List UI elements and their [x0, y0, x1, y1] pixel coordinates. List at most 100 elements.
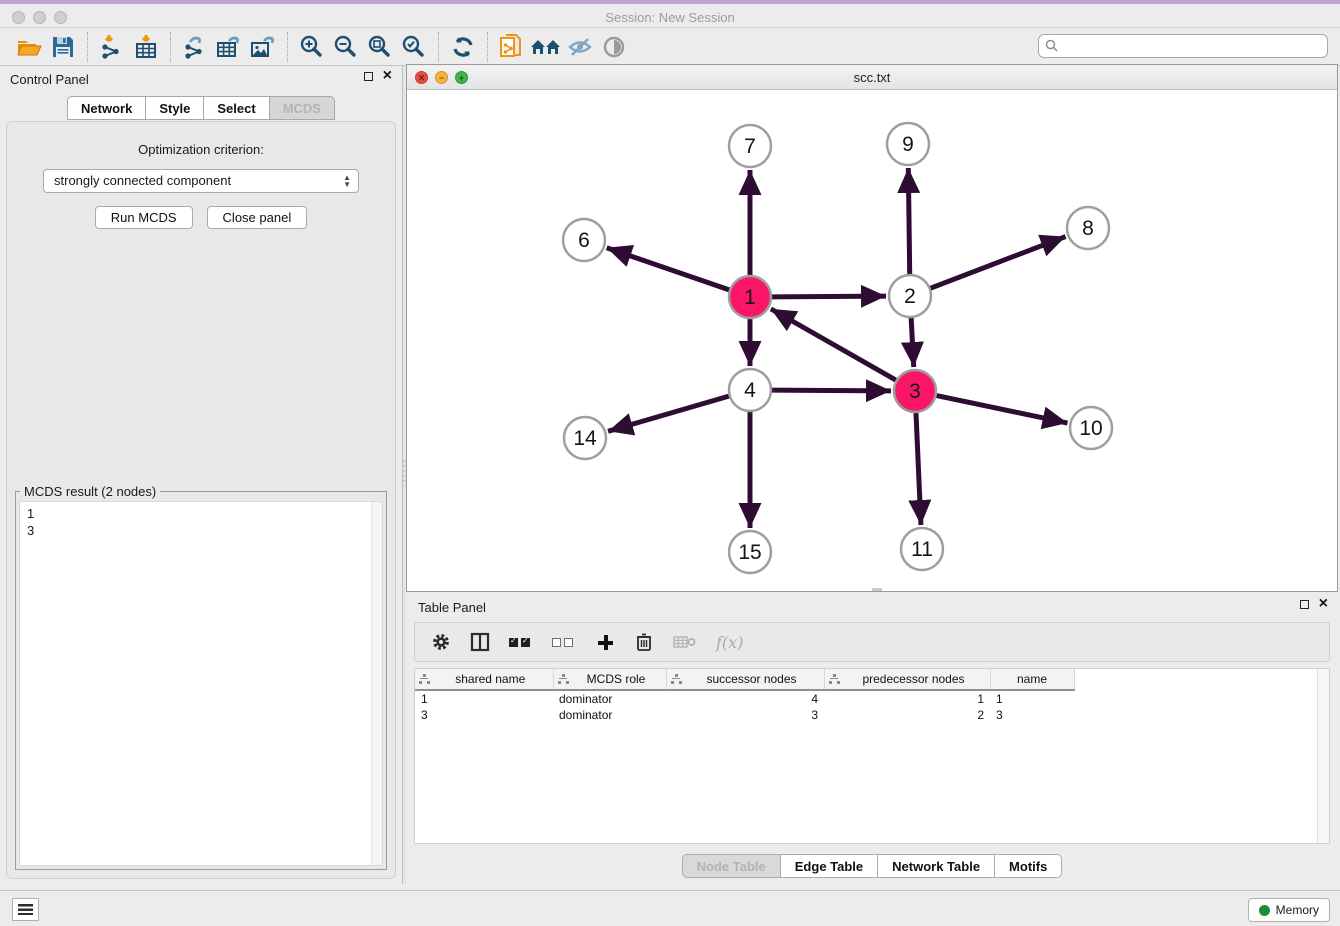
- add-row-button[interactable]: [595, 630, 615, 654]
- save-floppy-icon: [51, 35, 75, 59]
- toolbar-separator: [170, 32, 171, 62]
- toolbar-separator: [87, 32, 88, 62]
- export-network-button[interactable]: [178, 32, 212, 62]
- new-network-from-selection-button[interactable]: [495, 32, 529, 62]
- zoom-in-button[interactable]: [295, 32, 329, 62]
- graph-edge-4-14[interactable]: [608, 396, 729, 431]
- hide-selected-button[interactable]: [563, 32, 597, 62]
- column-header-successor-nodes[interactable]: successor nodes: [666, 669, 824, 690]
- zoom-out-button[interactable]: [329, 32, 363, 62]
- open-session-button[interactable]: [12, 32, 46, 62]
- graph-edge-3-1[interactable]: [771, 309, 896, 380]
- zoom-selected-button[interactable]: [397, 32, 431, 62]
- import-table-button[interactable]: [129, 32, 163, 62]
- zoom-out-icon: [333, 34, 359, 60]
- graph-edge-2-3[interactable]: [911, 318, 914, 367]
- graph-edge-3-10[interactable]: [937, 396, 1068, 424]
- graph-edge-2-9[interactable]: [908, 168, 909, 274]
- table-cell[interactable]: 1: [824, 690, 990, 707]
- graph-edge-1-6[interactable]: [607, 248, 729, 290]
- graph-node-label-11: 11: [911, 538, 933, 561]
- table-settings-button[interactable]: [431, 630, 451, 654]
- memory-status-icon: [1259, 905, 1270, 916]
- resize-handle[interactable]: [872, 588, 882, 591]
- tab-network-table[interactable]: Network Table: [878, 854, 995, 878]
- table-cell[interactable]: 3: [415, 707, 553, 723]
- table-scrollbar[interactable]: [1317, 669, 1329, 843]
- graph-node-label-9: 9: [902, 133, 914, 156]
- graph-edge-1-2[interactable]: [772, 296, 886, 297]
- graph-node-label-2: 2: [904, 285, 916, 308]
- result-line: 1: [27, 505, 375, 522]
- table-row[interactable]: 1dominator411: [415, 690, 1074, 707]
- tab-select[interactable]: Select: [204, 96, 269, 120]
- hierarchy-icon: [671, 674, 682, 684]
- deselect-all-button[interactable]: [552, 630, 576, 654]
- criterion-select[interactable]: strongly connected component ▲▼: [43, 169, 359, 193]
- table-row[interactable]: 3dominator323: [415, 707, 1074, 723]
- search-input[interactable]: [1038, 34, 1328, 58]
- import-network-button[interactable]: [95, 32, 129, 62]
- table-panel-title: Table Panel: [418, 600, 486, 615]
- table-cell[interactable]: 2: [824, 707, 990, 723]
- function-builder-button[interactable]: f(x): [716, 630, 743, 654]
- tab-edge-table[interactable]: Edge Table: [781, 854, 878, 878]
- save-session-button[interactable]: [46, 32, 80, 62]
- select-stepper-icon: ▲▼: [343, 174, 351, 188]
- column-header-shared-name[interactable]: shared name: [415, 669, 553, 690]
- close-panel-icon[interactable]: ×: [383, 71, 392, 81]
- fx-icon: f(x): [716, 633, 743, 652]
- mcds-result-box[interactable]: 13: [19, 501, 383, 866]
- graph-edge-4-3[interactable]: [772, 390, 891, 391]
- table-cell[interactable]: 1: [415, 690, 553, 707]
- result-scrollbar[interactable]: [371, 502, 382, 865]
- export-table-button[interactable]: [212, 32, 246, 62]
- tab-mcds[interactable]: MCDS: [270, 96, 335, 120]
- eye-slash-icon: [567, 34, 593, 60]
- import-network-icon: [99, 34, 125, 60]
- graph-edge-3-11[interactable]: [916, 413, 921, 525]
- run-mcds-button[interactable]: Run MCDS: [95, 206, 193, 229]
- network-canvas[interactable]: 7968124314101511: [407, 90, 1337, 591]
- checked-box-icon: [509, 638, 518, 647]
- memory-button[interactable]: Memory: [1248, 898, 1330, 922]
- table-cell[interactable]: 3: [666, 707, 824, 723]
- column-header-MCDS-role[interactable]: MCDS role: [553, 669, 666, 690]
- select-all-button[interactable]: [509, 630, 533, 654]
- delete-table-button[interactable]: [673, 630, 697, 654]
- column-label: shared name: [432, 672, 549, 686]
- network-window-titlebar[interactable]: ✕ − + scc.txt: [407, 65, 1337, 90]
- float-panel-icon[interactable]: [364, 72, 373, 81]
- graph-node-label-1: 1: [744, 286, 756, 309]
- optimization-criterion-label: Optimization criterion:: [7, 142, 395, 157]
- zoom-fit-button[interactable]: [363, 32, 397, 62]
- delete-button[interactable]: [634, 630, 654, 654]
- graph-node-label-4: 4: [744, 379, 756, 402]
- task-history-button[interactable]: [12, 898, 39, 921]
- table-cell[interactable]: 4: [666, 690, 824, 707]
- toolbar-separator: [487, 32, 488, 62]
- tab-node-table[interactable]: Node Table: [682, 854, 781, 878]
- table-cell[interactable]: 1: [990, 690, 1074, 707]
- float-table-panel-icon[interactable]: [1300, 600, 1309, 609]
- close-table-panel-icon[interactable]: ×: [1319, 599, 1328, 609]
- refresh-layout-button[interactable]: [446, 32, 480, 62]
- tab-style[interactable]: Style: [146, 96, 204, 120]
- graph-edge-2-8[interactable]: [931, 237, 1066, 289]
- export-image-button[interactable]: [246, 32, 280, 62]
- first-neighbors-button[interactable]: [529, 32, 563, 62]
- column-label: successor nodes: [684, 672, 820, 686]
- show-all-button[interactable]: [597, 32, 631, 62]
- column-header-predecessor-nodes[interactable]: predecessor nodes: [824, 669, 990, 690]
- table-cell[interactable]: 3: [990, 707, 1074, 723]
- result-line: 3: [27, 522, 375, 539]
- show-columns-button[interactable]: [470, 630, 490, 654]
- table-cell[interactable]: dominator: [553, 707, 666, 723]
- column-header-name[interactable]: name: [990, 669, 1074, 690]
- tab-motifs[interactable]: Motifs: [995, 854, 1062, 878]
- tab-network[interactable]: Network: [67, 96, 146, 120]
- table-cell[interactable]: dominator: [553, 690, 666, 707]
- criterion-value: strongly connected component: [54, 173, 231, 188]
- close-panel-button[interactable]: Close panel: [207, 206, 308, 229]
- list-icon: [18, 904, 33, 915]
